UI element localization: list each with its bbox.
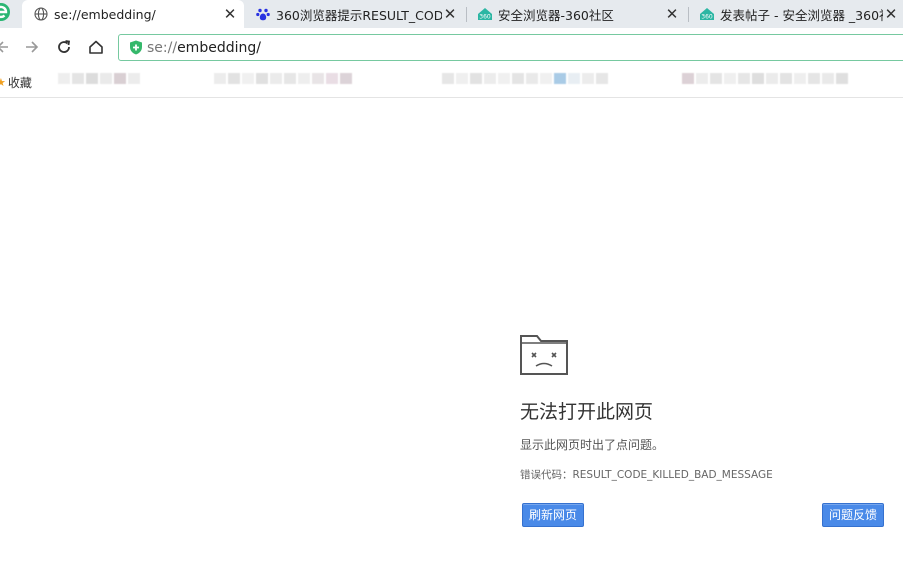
blurred-bookmarks [58,73,140,95]
browser-logo-icon[interactable] [0,1,12,23]
arrow-right-icon [26,41,39,53]
close-tab-icon[interactable]: ✕ [664,5,680,23]
back-button[interactable] [0,36,12,58]
reload-page-button[interactable]: 刷新网页 [522,503,585,527]
home-icon [89,40,103,54]
tab-strip: se://embedding/ ✕ 360浏览器提示RESULT_CODE ✕ … [0,0,903,28]
tab-360-community[interactable]: 360 安全浏览器-360社区 ✕ [474,0,684,28]
reload-button[interactable] [53,36,75,58]
url-text: se://embedding/ [147,40,261,56]
tab-title: 安全浏览器-360社区 [498,7,614,23]
url-scheme: se:// [147,39,178,56]
error-code-label: 错误代码： [520,469,573,481]
blurred-bookmarks [442,73,608,95]
home-button[interactable] [85,36,107,58]
360-community-icon: 360 [699,6,715,22]
svg-text:360: 360 [479,14,491,21]
error-code-value: RESULT_CODE_KILLED_BAD_MESSAGE [572,469,773,481]
tab-title: 发表帖子 - 安全浏览器 _360社 [720,7,883,23]
star-icon: ★ [0,76,6,89]
close-tab-icon[interactable]: ✕ [222,5,238,23]
sad-folder-icon [520,335,568,375]
close-tab-icon[interactable]: ✕ [883,5,899,23]
error-title: 无法打开此网页 [520,401,654,423]
reload-icon [58,40,71,53]
error-message: 显示此网页时出了点问题。 [520,438,665,452]
feedback-button[interactable]: 问题反馈 [822,503,885,527]
baidu-paw-icon [255,6,271,22]
tab-title: 360浏览器提示RESULT_CODE [276,7,442,23]
blurred-bookmarks [682,73,848,95]
bookmarks-bar: ★ 收藏 [0,66,903,98]
blurred-bookmarks [214,73,352,95]
tab-post-thread[interactable]: 360 发表帖子 - 安全浏览器 _360社 ✕ [696,0,903,28]
tab-embedding[interactable]: se://embedding/ ✕ [22,0,244,28]
green-shield-icon[interactable] [129,40,143,55]
favorites-label: 收藏 [7,76,32,90]
error-code: 错误代码：RESULT_CODE_KILLED_BAD_MESSAGE [520,467,773,482]
tab-result-code[interactable]: 360浏览器提示RESULT_CODE ✕ [252,0,462,28]
forward-button[interactable] [21,36,43,58]
svg-text:360: 360 [701,14,713,21]
360-community-icon: 360 [477,6,493,22]
address-bar[interactable]: se://embedding/ [118,34,903,61]
tab-title: se://embedding/ [54,6,156,22]
favorites-button[interactable]: ★ 收藏 [0,74,32,91]
tab-separator [466,7,467,22]
close-tab-icon[interactable]: ✕ [442,5,458,23]
tab-separator [688,7,689,22]
url-host: embedding/ [177,39,261,56]
globe-icon [33,6,49,22]
navigation-toolbar: se://embedding/ [0,28,903,66]
